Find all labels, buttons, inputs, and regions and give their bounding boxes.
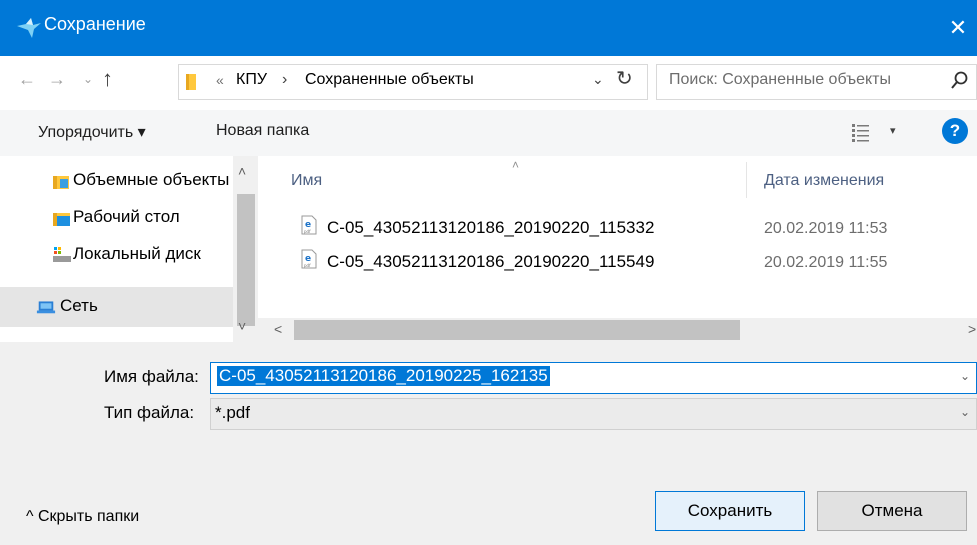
breadcrumb-separator-icon[interactable]: › (282, 71, 287, 89)
breadcrumb-current[interactable]: Сохраненные объекты (305, 71, 474, 89)
view-dropdown-icon[interactable]: ▾ (890, 124, 896, 137)
filetype-dropdown-icon[interactable]: ⌄ (960, 405, 970, 419)
file-date: 20.02.2019 11:53 (764, 220, 888, 237)
scroll-up-icon[interactable]: ˄ (238, 163, 246, 179)
scroll-right-icon[interactable]: > (968, 321, 976, 337)
column-header-date-modified[interactable]: Дата изменения (764, 172, 884, 190)
sidebar-item-network[interactable]: Сеть (60, 296, 98, 316)
scroll-left-icon[interactable]: < (274, 321, 282, 337)
bird-icon (17, 18, 41, 38)
filename-label: Имя файла: (104, 367, 199, 386)
refresh-icon[interactable]: ↻ (616, 66, 633, 91)
search-icon[interactable] (950, 70, 970, 92)
svg-text:pdf: pdf (304, 229, 311, 234)
network-icon (36, 301, 56, 314)
column-divider[interactable] (746, 162, 747, 198)
breadcrumb-overflow[interactable]: « (216, 72, 224, 88)
search-placeholder: Поиск: Сохраненные объекты (669, 71, 891, 88)
cancel-button[interactable]: Отмена (817, 491, 967, 531)
filetype-value[interactable]: *.pdf (215, 403, 250, 423)
3d-objects-folder-icon (53, 176, 69, 189)
sidebar-item-local-disk[interactable]: Локальный диск (73, 244, 233, 264)
desktop-folder-icon (53, 213, 70, 226)
up-arrow-icon[interactable]: ↑ (102, 66, 113, 92)
forward-arrow-icon[interactable]: → (48, 69, 66, 90)
column-header-name[interactable]: Имя (291, 172, 322, 190)
breadcrumb-parent[interactable]: КПУ (236, 71, 267, 89)
scroll-down-icon[interactable]: ˅ (238, 318, 246, 334)
recent-locations-chevron-icon[interactable]: ⌄ (83, 72, 93, 86)
pdf-file-icon: e pdf (301, 249, 317, 269)
hide-folders-toggle[interactable]: ^ Скрыть папки (26, 508, 139, 526)
sidebar-item-network-row[interactable] (0, 287, 233, 327)
organize-button[interactable]: Упорядочить ▾ (38, 122, 146, 142)
sidebar-scrollbar-thumb[interactable] (237, 194, 255, 326)
help-button[interactable]: ? (942, 118, 968, 144)
file-name[interactable]: C-05_43052113120186_20190220_115549 (327, 252, 654, 272)
back-arrow-icon[interactable]: ← (18, 69, 36, 90)
sidebar-item-desktop[interactable]: Рабочий стол (73, 207, 180, 227)
new-folder-button[interactable]: Новая папка (216, 122, 309, 140)
filetype-label: Тип файла: (104, 403, 195, 422)
command-toolbar (0, 110, 977, 156)
view-options-icon[interactable] (848, 122, 878, 144)
horizontal-scrollbar-thumb[interactable] (294, 320, 740, 340)
filetype-select[interactable] (210, 398, 977, 430)
file-date: 20.02.2019 11:55 (764, 254, 888, 271)
pdf-file-icon: e pdf (301, 215, 317, 235)
filename-value[interactable]: C-05_43052113120186_20190225_162135 (217, 366, 550, 386)
sidebar-item-3d-objects[interactable]: Объемные объекты (73, 170, 233, 190)
close-button[interactable]: ✕ (942, 14, 974, 42)
filename-dropdown-icon[interactable]: ⌄ (960, 369, 970, 383)
title-bar[interactable] (0, 0, 977, 56)
folder-icon (186, 74, 196, 90)
sort-ascending-icon: ˄ (512, 158, 520, 172)
file-name[interactable]: C-05_43052113120186_20190220_115332 (327, 218, 654, 238)
save-button[interactable]: Сохранить (655, 491, 805, 531)
svg-text:pdf: pdf (304, 263, 311, 268)
local-disk-icon (53, 247, 71, 262)
address-dropdown-icon[interactable]: ⌄ (592, 71, 604, 88)
window-title: Сохранение (44, 14, 146, 34)
